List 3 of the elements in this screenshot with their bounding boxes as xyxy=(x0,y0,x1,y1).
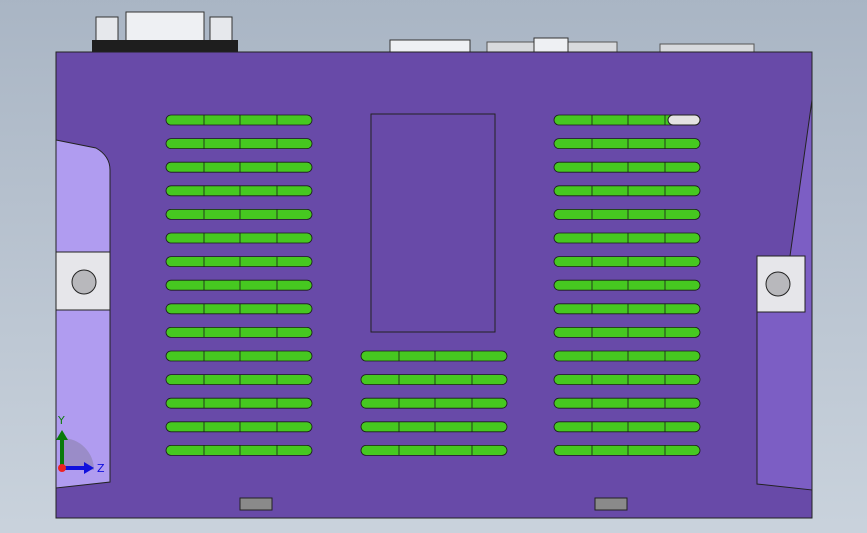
axis-label: Y xyxy=(58,414,65,427)
axis-label: Z xyxy=(97,462,105,475)
axis-triad-icon xyxy=(56,430,94,474)
